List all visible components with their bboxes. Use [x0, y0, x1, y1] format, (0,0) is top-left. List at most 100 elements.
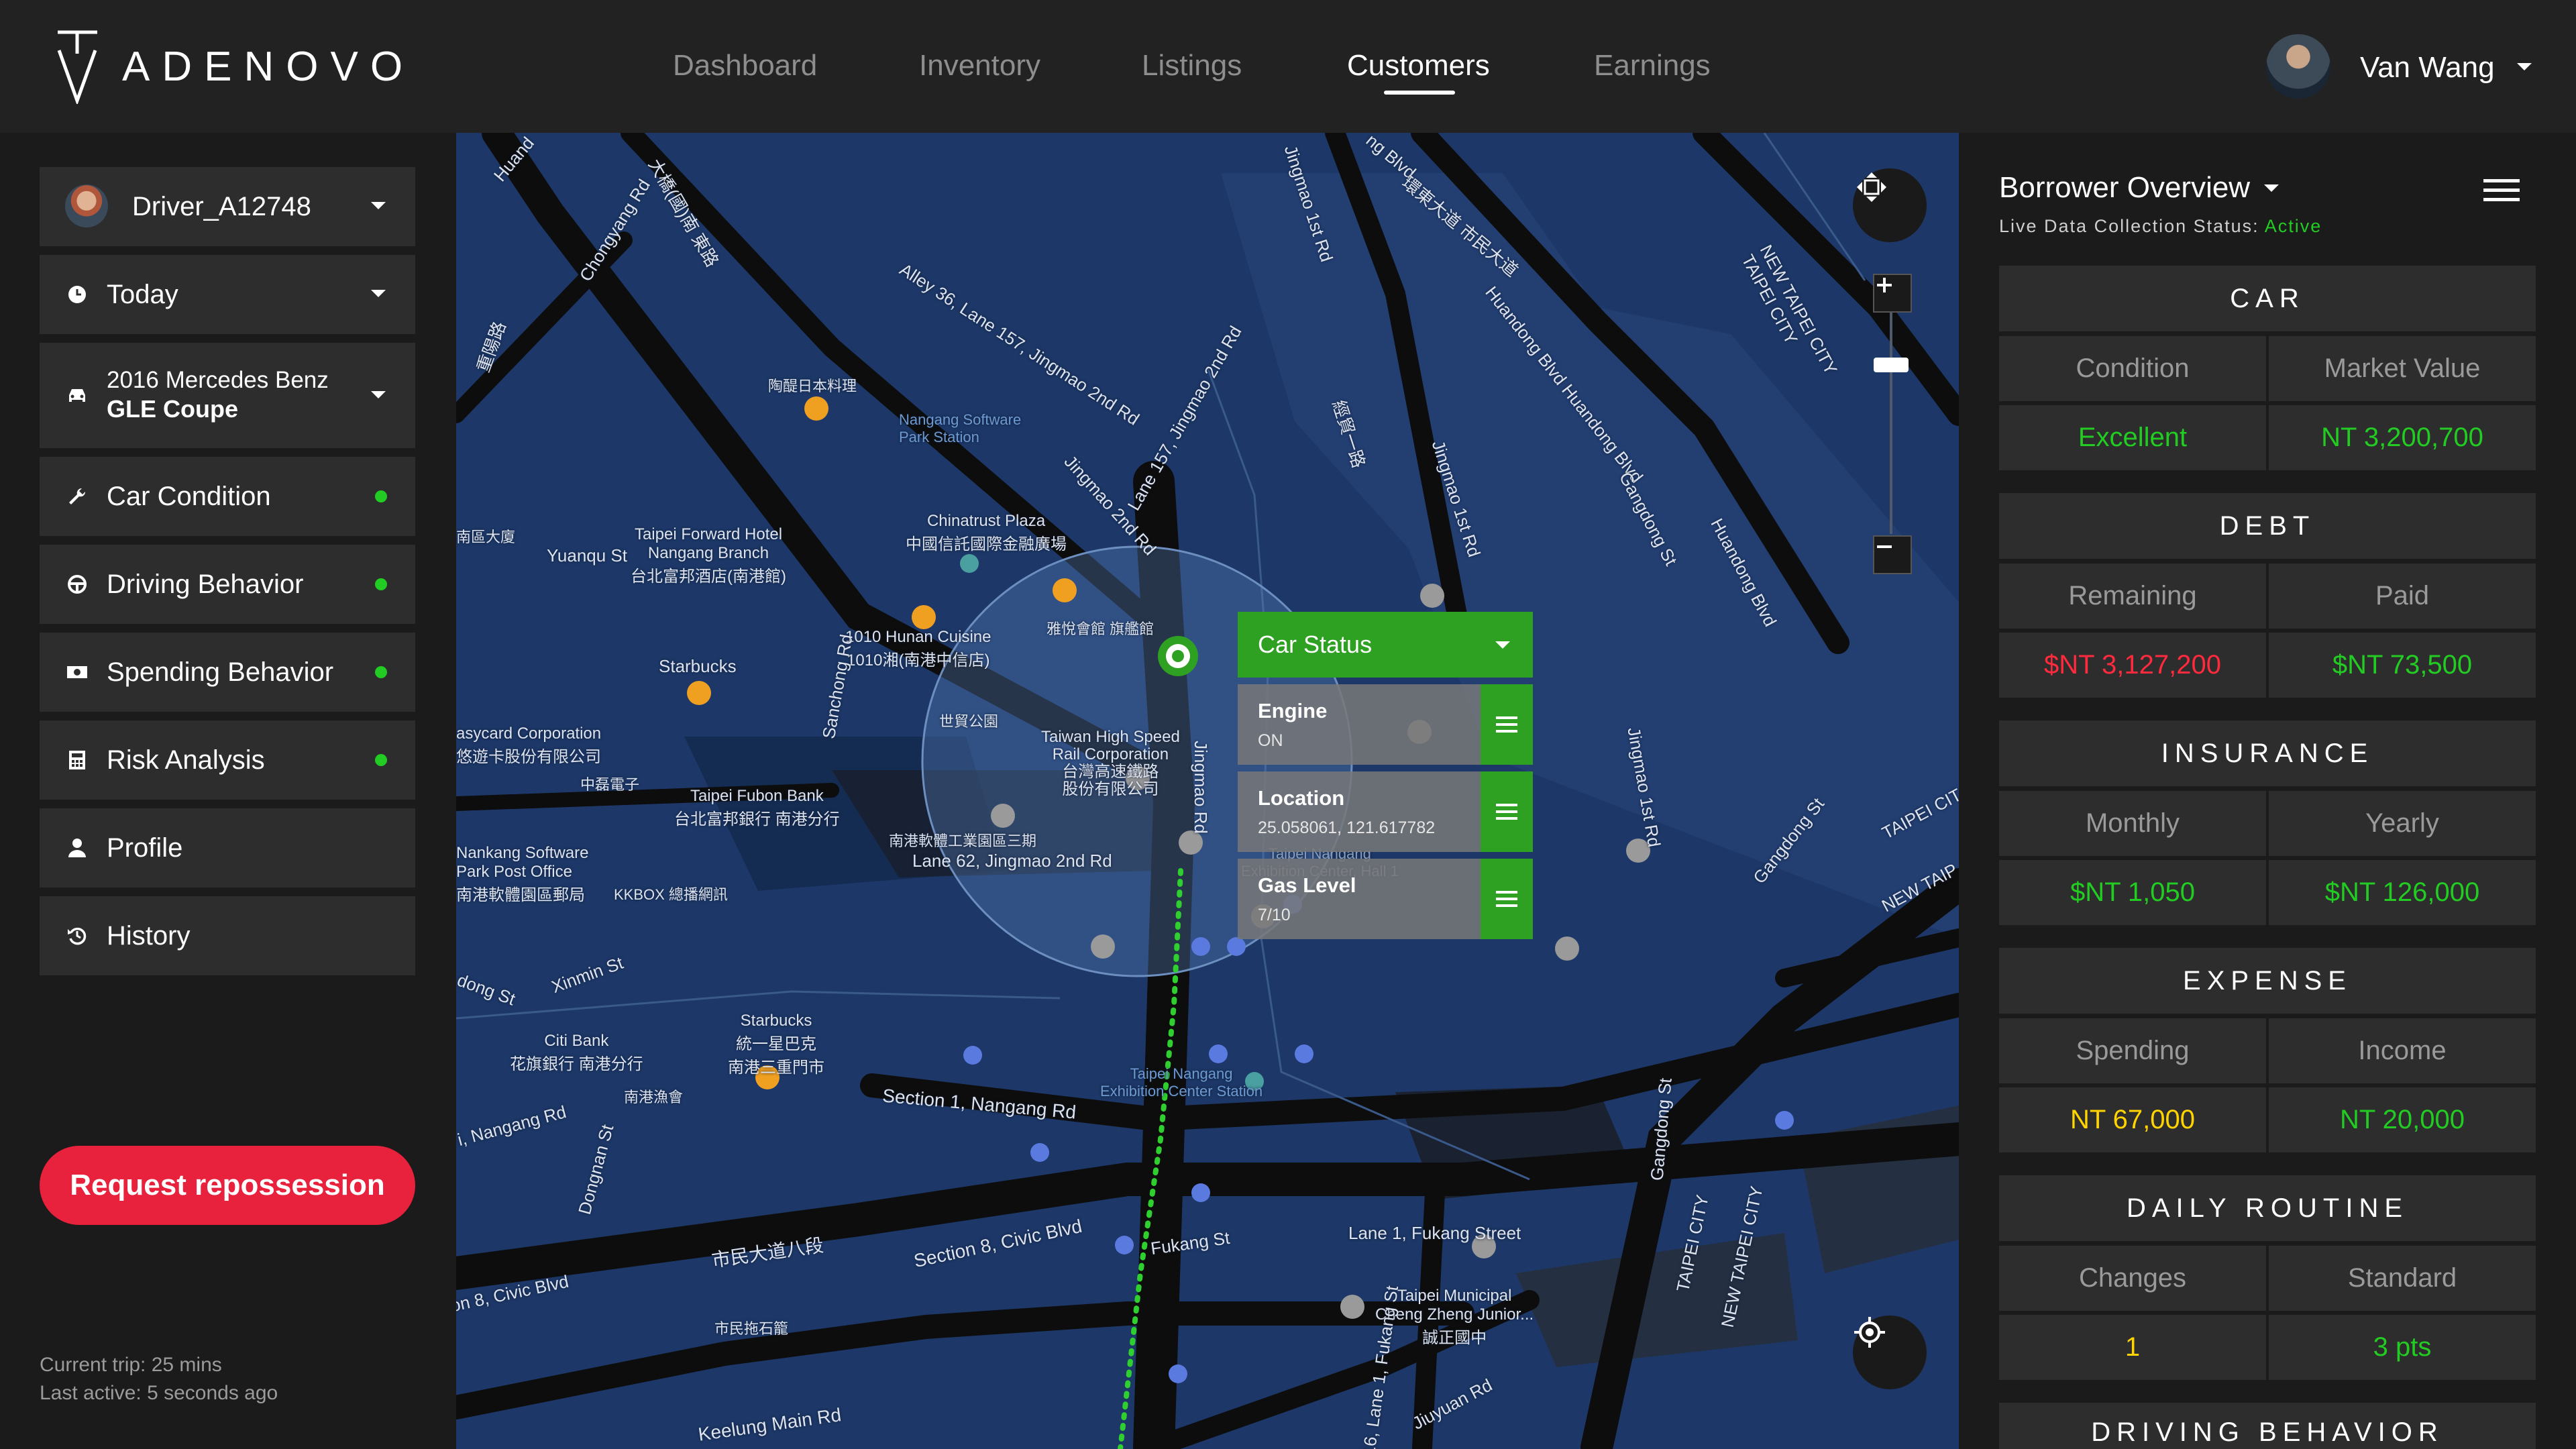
debt-paid-value: $NT 73,500	[2269, 633, 2536, 698]
sidebar-item-profile[interactable]: Profile	[40, 808, 415, 888]
history-icon	[65, 924, 89, 948]
sidebar-item-label: Driving Behavior	[107, 570, 304, 599]
fullscreen-button[interactable]	[1853, 168, 1927, 242]
insurance-monthly-value: $NT 1,050	[1999, 860, 2266, 925]
map-label: 中磊電子	[580, 776, 640, 793]
sidebar-item-label: Car Condition	[107, 482, 271, 511]
car-market-value-label: Market Value	[2269, 336, 2536, 401]
money-icon	[65, 660, 89, 684]
routine-changes-label: Changes	[1999, 1246, 2266, 1311]
zoom-track	[1890, 313, 1892, 534]
debt-remaining-label: Remaining	[1999, 564, 2266, 629]
calculator-icon	[65, 748, 89, 772]
zoom-out-button[interactable]	[1873, 535, 1912, 574]
map-label: 市民拖石籠	[714, 1320, 789, 1337]
request-repossession-button[interactable]: Request repossession	[40, 1146, 415, 1225]
zoom-slider-handle[interactable]	[1874, 358, 1909, 372]
location-menu-button[interactable]	[1481, 771, 1533, 852]
chevron-down-icon	[371, 391, 386, 398]
sidebar-item-label: Spending Behavior	[107, 657, 334, 687]
car-status-row-gas: Gas Level 7/10	[1238, 859, 1533, 939]
car-status-body: Gas Level 7/10	[1238, 859, 1481, 939]
driver-select[interactable]: Driver_A12748	[40, 167, 415, 246]
period-select[interactable]: Today	[40, 255, 415, 334]
sidebar-item-car-condition[interactable]: Car Condition	[40, 457, 415, 536]
map-label: Lane 62, Jingmao 2nd Rd	[912, 851, 1112, 871]
crosshair-icon	[1854, 1317, 1885, 1348]
gas-level-menu-button[interactable]	[1481, 859, 1533, 939]
car-condition-value: Excellent	[1999, 405, 2266, 470]
steering-wheel-icon	[65, 572, 89, 596]
expand-icon	[1857, 172, 1886, 202]
live-data-status: Live Data Collection Status: Active	[1999, 216, 2322, 237]
brand-logo-icon[interactable]	[52, 27, 103, 104]
panel-title[interactable]: Borrower Overview	[1999, 171, 2250, 205]
sidebar-item-spending-behavior[interactable]: Spending Behavior	[40, 633, 415, 712]
sidebar-item-driving-behavior[interactable]: Driving Behavior	[40, 545, 415, 624]
hamburger-icon	[1496, 887, 1517, 911]
vehicle-select[interactable]: 2016 Mercedes Benz GLE Coupe	[40, 343, 415, 448]
nav-dashboard[interactable]: Dashboard	[673, 49, 817, 83]
chevron-down-icon[interactable]	[2264, 184, 2279, 192]
locate-button[interactable]	[1853, 1316, 1927, 1389]
routine-changes-value: 1	[1999, 1315, 2266, 1380]
sidebar-item-history[interactable]: History	[40, 896, 415, 975]
hamburger-icon	[1496, 712, 1517, 737]
nav-listings[interactable]: Listings	[1142, 49, 1242, 83]
chevron-down-icon	[371, 290, 386, 297]
borrower-overview-panel: Borrower Overview Live Data Collection S…	[1959, 133, 2576, 1449]
status-badge: Active	[2264, 216, 2322, 236]
vehicle-model: 2016 Mercedes Benz	[107, 367, 329, 393]
car-status-dropdown[interactable]: Car Status	[1238, 612, 1533, 678]
expense-spending-value: NT 67,000	[1999, 1087, 2266, 1152]
user-menu-chevron-down-icon[interactable]	[2517, 63, 2532, 70]
sidebar-item-label: History	[107, 921, 191, 951]
chevron-down-icon	[371, 202, 386, 209]
user-name[interactable]: Van Wang	[2360, 51, 2495, 85]
sidebar-item-risk-analysis[interactable]: Risk Analysis	[40, 720, 415, 800]
map-label: Starbucks	[659, 656, 737, 676]
clock-icon	[65, 282, 89, 307]
status-dot	[375, 754, 387, 766]
zoom-in-button[interactable]	[1873, 274, 1912, 313]
map-label: 陶醍日本料理	[768, 378, 857, 394]
left-sidebar: Driver_A12748 Today 2016 Mercedes Benz G…	[0, 133, 456, 1449]
section-daily-routine-header: DAILY ROUTINE	[1999, 1175, 2536, 1241]
engine-value: ON	[1258, 731, 1283, 750]
map-view[interactable]: Huand Chongyang Rd 重陽路 大橋(國)南 東路 Alley 3…	[456, 133, 1959, 1449]
insurance-monthly-label: Monthly	[1999, 791, 2266, 856]
insurance-yearly-value: $NT 126,000	[2269, 860, 2536, 925]
map-label: Lane 1, Fukang Street	[1348, 1223, 1521, 1243]
section-driving-behavior-header: DRIVING BEHAVIOR	[1999, 1403, 2536, 1449]
map-label: asycard Corporation 悠遊卡股份有限公司	[456, 724, 602, 766]
map-label: 世貿公園	[939, 713, 999, 730]
location-value: 25.058061, 121.617782	[1258, 818, 1436, 837]
user-avatar[interactable]	[2266, 34, 2330, 99]
plus-icon	[1877, 278, 1892, 292]
hamburger-icon	[1496, 800, 1517, 824]
expense-income-value: NT 20,000	[2269, 1087, 2536, 1152]
section-debt-header: DEBT	[1999, 493, 2536, 559]
sidebar-item-label: Profile	[107, 833, 183, 863]
hamburger-menu-icon[interactable]	[2483, 173, 2520, 207]
nav-inventory[interactable]: Inventory	[919, 49, 1040, 83]
car-status-row-engine: Engine ON	[1238, 684, 1533, 765]
status-dot	[375, 490, 387, 502]
section-insurance-header: INSURANCE	[1999, 720, 2536, 786]
insurance-yearly-label: Yearly	[2269, 791, 2536, 856]
car-status-body: Engine ON	[1238, 684, 1481, 765]
location-label: Location	[1258, 786, 1345, 810]
map-label: Nankang Software Park Post Office 南港軟體園區…	[456, 844, 589, 904]
car-icon	[65, 383, 89, 407]
car-status-body: Location 25.058061, 121.617782	[1238, 771, 1481, 852]
engine-menu-button[interactable]	[1481, 684, 1533, 765]
map-label: Chinatrust Plaza 中國信託國際金融廣場	[906, 512, 1067, 553]
status-dot	[375, 666, 387, 678]
map-label: Taipei Nangang Exhibition Center Station	[1100, 1065, 1263, 1099]
car-market-value: NT 3,200,700	[2269, 405, 2536, 470]
gas-level-label: Gas Level	[1258, 873, 1356, 897]
nav-earnings[interactable]: Earnings	[1594, 49, 1711, 83]
map-label: 雅悅會館 旗艦館	[1046, 621, 1155, 637]
map-label: Starbucks 統一星巴克 南港三重門市	[728, 1012, 824, 1077]
nav-customers[interactable]: Customers	[1347, 49, 1490, 83]
